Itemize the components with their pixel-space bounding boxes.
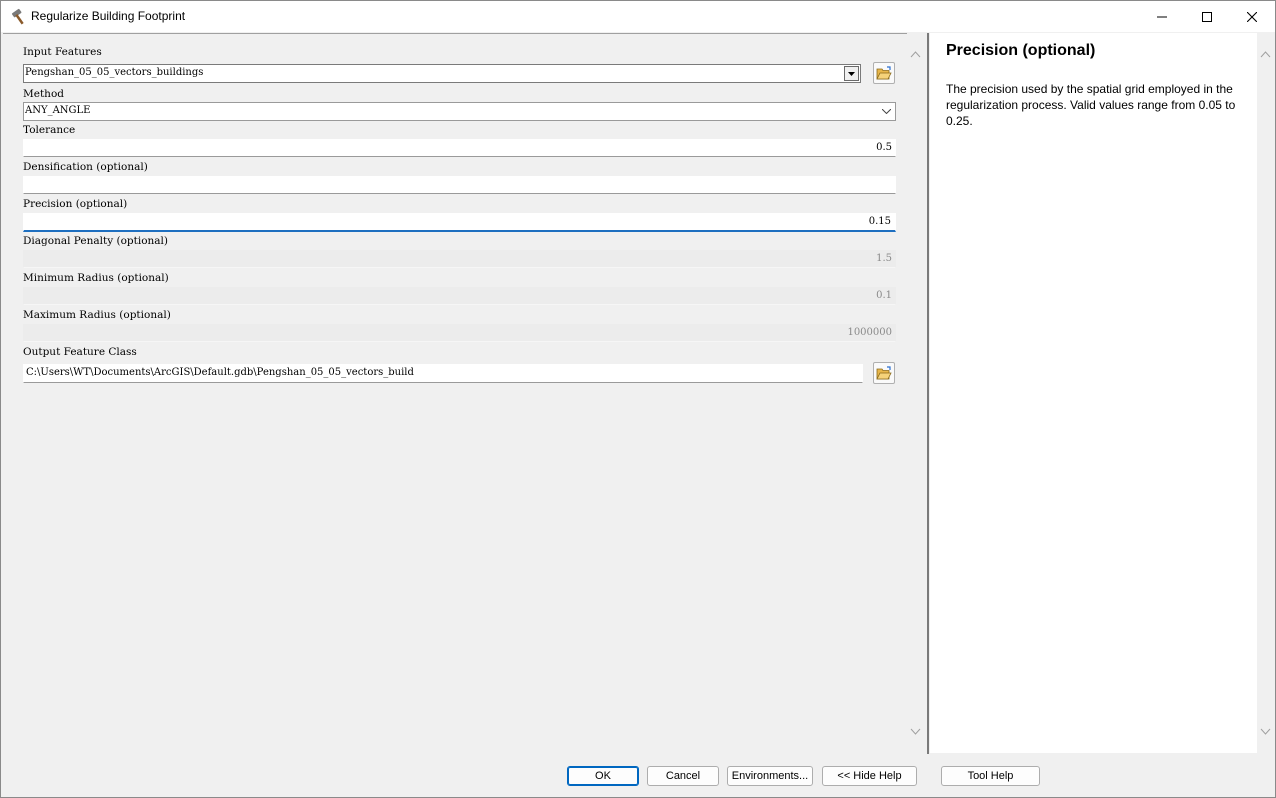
output-feature-class-browse-button[interactable] [873, 362, 895, 384]
tolerance-label: Tolerance [23, 124, 76, 136]
chevron-down-icon [882, 109, 891, 114]
method-combo[interactable]: ANY_ANGLE [23, 102, 896, 121]
tolerance-input[interactable]: 0.5 [23, 139, 896, 157]
minimum-radius-label: Minimum Radius (optional) [23, 272, 169, 284]
input-features-combo[interactable]: Pengshan_05_05_vectors_buildings [23, 64, 861, 83]
tolerance-value: 0.5 [876, 142, 892, 153]
scroll-down-icon [1260, 728, 1271, 735]
scroll-up-icon [1260, 51, 1271, 58]
open-folder-icon [876, 66, 892, 80]
help-title: Precision (optional) [946, 42, 1096, 59]
minimum-radius-value: 0.1 [876, 290, 892, 301]
help-body: The precision used by the spatial grid e… [946, 82, 1236, 128]
input-features-label: Input Features [23, 46, 102, 58]
close-button[interactable] [1229, 1, 1275, 32]
precision-input[interactable]: 0.15 [23, 213, 896, 232]
hammer-icon [11, 8, 24, 25]
method-label: Method [23, 88, 64, 100]
tool-dialog-window: Regularize Building Footprint Input Feat… [0, 0, 1276, 798]
ok-button[interactable]: OK [567, 766, 639, 786]
maximum-radius-value: 1000000 [847, 327, 892, 338]
precision-label: Precision (optional) [23, 198, 128, 210]
parameters-scrollbar[interactable] [907, 33, 924, 753]
input-features-browse-button[interactable] [873, 62, 895, 84]
diagonal-penalty-input: 1.5 [23, 250, 896, 268]
title-bar: Regularize Building Footprint [1, 1, 1275, 32]
maximum-radius-label: Maximum Radius (optional) [23, 309, 171, 321]
output-feature-class-value: C:\Users\WT\Documents\ArcGIS\Default.gdb… [26, 367, 414, 378]
diagonal-penalty-value: 1.5 [876, 253, 892, 264]
minimum-radius-input: 0.1 [23, 287, 896, 305]
input-features-dropdown-button[interactable] [844, 66, 859, 81]
button-bar: OK Cancel Environments... << Hide Help T… [1, 754, 1275, 797]
tool-help-button[interactable]: Tool Help [941, 766, 1040, 786]
scroll-down-icon [910, 728, 921, 735]
open-folder-icon [876, 366, 892, 380]
dropdown-arrow-icon [848, 71, 855, 76]
maximum-radius-input: 1000000 [23, 324, 896, 342]
scroll-up-icon [910, 51, 921, 58]
help-scrollbar[interactable] [1257, 33, 1274, 753]
help-panel: Precision (optional) The precision used … [930, 33, 1257, 753]
minimize-button[interactable] [1139, 1, 1185, 32]
maximize-button[interactable] [1184, 1, 1230, 32]
precision-value: 0.15 [868, 216, 891, 227]
output-feature-class-label: Output Feature Class [23, 346, 137, 358]
densification-label: Densification (optional) [23, 161, 148, 173]
maximize-icon [1202, 11, 1212, 22]
densification-input[interactable] [23, 176, 896, 194]
close-icon [1247, 11, 1257, 22]
output-feature-class-input[interactable]: C:\Users\WT\Documents\ArcGIS\Default.gdb… [23, 364, 863, 383]
environments-button[interactable]: Environments... [727, 766, 813, 786]
window-title: Regularize Building Footprint [31, 9, 186, 23]
diagonal-penalty-label: Diagonal Penalty (optional) [23, 235, 168, 247]
method-value: ANY_ANGLE [25, 105, 91, 116]
hide-help-button[interactable]: << Hide Help [822, 766, 917, 786]
panel-splitter[interactable] [927, 33, 929, 754]
input-features-value: Pengshan_05_05_vectors_buildings [25, 67, 204, 78]
cancel-button[interactable]: Cancel [647, 766, 719, 786]
minimize-icon [1157, 16, 1167, 17]
